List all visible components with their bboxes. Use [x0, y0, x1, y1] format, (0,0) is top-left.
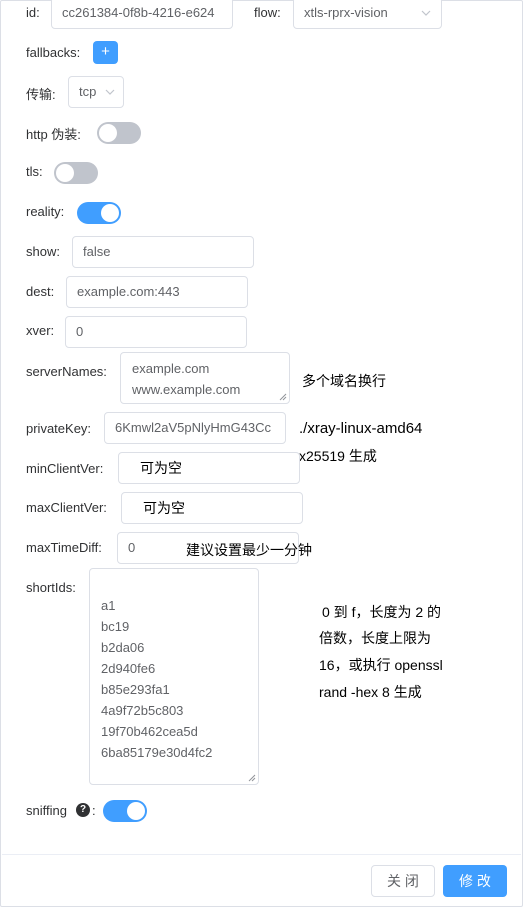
servernames-line: www.example.com — [132, 382, 241, 397]
shortids-note-line-3: 16，或执行 openssl — [319, 657, 443, 673]
shortids-note-line-2: 倍数，长度上限为 — [319, 630, 431, 646]
flow-label: flow: — [254, 5, 281, 20]
switch-knob — [127, 802, 145, 820]
help-icon[interactable]: ? — [76, 803, 90, 817]
id-input[interactable]: cc261384-0f8b-4216-e624 — [51, 0, 233, 29]
servernames-line: example.com — [132, 361, 210, 376]
http-camouflage-switch[interactable] — [97, 122, 141, 144]
shortids-note-line-4: rand -hex 8 生成 — [319, 684, 422, 700]
sniffing-switch[interactable] — [103, 800, 147, 822]
modify-button[interactable]: 修 改 — [443, 865, 507, 897]
chevron-down-icon — [105, 77, 115, 107]
sniffing-colon: : — [92, 803, 96, 818]
privatekey-input[interactable]: 6Kmwl2aV5pNlyHmG43Cc — [104, 412, 286, 444]
minclientver-label: minClientVer: — [26, 461, 104, 476]
fallbacks-label: fallbacks: — [26, 45, 81, 60]
xver-input[interactable]: 0 — [65, 316, 247, 348]
minclientver-input[interactable]: 可为空 — [118, 452, 300, 484]
resize-handle-icon[interactable] — [248, 774, 256, 782]
resize-handle-icon[interactable] — [279, 393, 287, 401]
shortids-textarea[interactable]: a1 bc19 b2da06 2d940fe6 b85e293fa1 4a9f7… — [89, 568, 259, 785]
tls-switch[interactable] — [54, 162, 98, 184]
chevron-down-icon — [421, 0, 431, 28]
transport-select-value: tcp — [79, 84, 97, 99]
reality-label: reality: — [26, 204, 65, 219]
maxtimediff-value: 0 — [128, 540, 136, 555]
flow-select-value: xtls-rprx-vision — [304, 5, 388, 20]
servernames-label: serverNames: — [26, 364, 107, 379]
switch-knob — [99, 124, 117, 142]
servernames-note: 多个域名换行 — [302, 373, 386, 389]
inbound-dialog: id: cc261384-0f8b-4216-e624 flow: xtls-r… — [0, 0, 523, 907]
shortids-line: b85e293fa1 — [101, 682, 170, 697]
privatekey-label: privateKey: — [26, 421, 92, 436]
switch-knob — [101, 204, 119, 222]
shortids-line: a1 — [101, 598, 116, 613]
show-label: show: — [26, 244, 60, 259]
flow-select[interactable]: xtls-rprx-vision — [293, 0, 442, 29]
maxclientver-label: maxClientVer: — [26, 500, 107, 515]
transport-select[interactable]: tcp — [68, 76, 124, 108]
transport-label: 传输: — [26, 87, 56, 102]
servernames-textarea[interactable]: example.com www.example.com — [120, 352, 290, 404]
shortids-line: 2d940fe6 — [101, 661, 156, 676]
close-button[interactable]: 关 闭 — [371, 865, 435, 897]
dest-label: dest: — [26, 284, 55, 299]
switch-knob — [56, 164, 74, 182]
shortids-line: b2da06 — [101, 640, 145, 655]
maxtimediff-label: maxTimeDiff: — [26, 540, 102, 555]
shortids-line: bc19 — [101, 619, 130, 634]
shortids-note-line-1: 0 到 f，长度为 2 的 — [322, 604, 442, 620]
privatekey-note-line-1: ./xray-linux-amd64 — [299, 420, 423, 437]
http-camouflage-label: http 伪装: — [26, 127, 81, 142]
footer-divider — [2, 854, 521, 855]
sniffing-label: sniffing — [26, 803, 67, 818]
add-fallback-button[interactable]: + — [93, 41, 118, 64]
maxclientver-input[interactable]: 可为空 — [121, 492, 303, 524]
dest-input[interactable]: example.com:443 — [66, 276, 248, 308]
shortids-line: 4a9f72b5c803 — [101, 703, 184, 718]
shortids-line: 19f70b462cea5d — [101, 724, 198, 739]
privatekey-note-line-2: x25519 生成 — [299, 448, 377, 464]
show-input[interactable]: false — [72, 236, 254, 268]
xver-label: xver: — [26, 323, 55, 338]
shortids-line: 6ba85179e30d4fc2 — [101, 745, 213, 760]
reality-switch[interactable] — [77, 202, 121, 224]
maxtimediff-note: 建议设置最少一分钟 — [186, 542, 312, 558]
shortids-label: shortIds: — [26, 580, 76, 595]
id-label: id: — [26, 5, 40, 20]
tls-label: tls: — [26, 164, 43, 179]
